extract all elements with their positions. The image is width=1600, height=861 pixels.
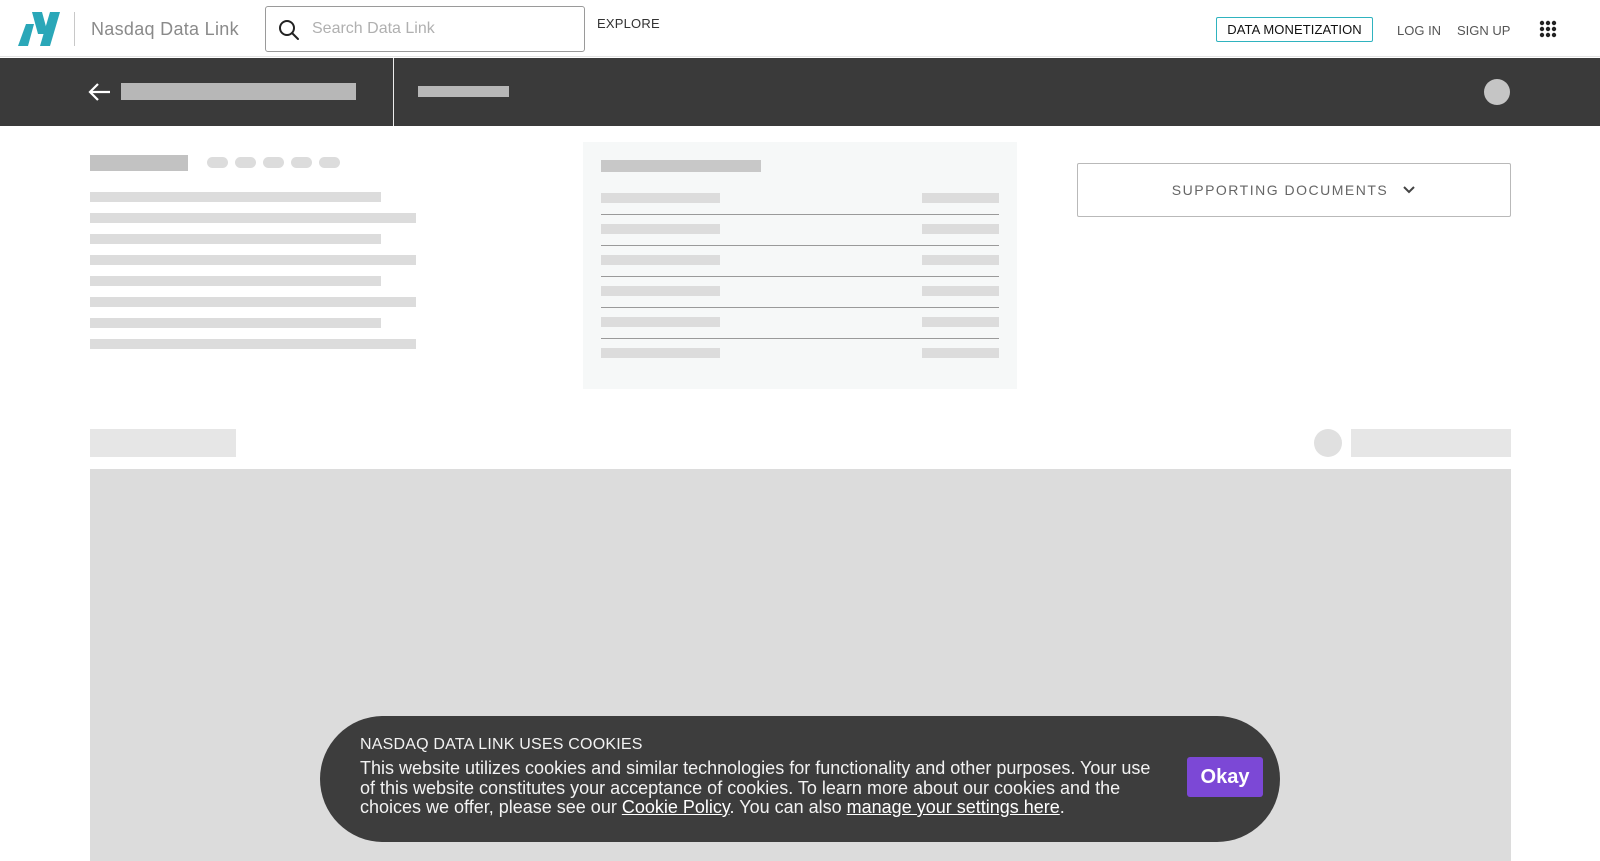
chart-control-placeholder	[1351, 429, 1511, 457]
cookie-title: NASDAQ DATA LINK USES COOKIES	[360, 736, 643, 753]
table-row	[601, 193, 999, 224]
supporting-documents-dropdown[interactable]: SUPPORTING DOCUMENTS	[1077, 163, 1511, 217]
text-line-placeholder	[90, 255, 416, 265]
table-row	[601, 317, 999, 348]
text-line-placeholder	[90, 213, 416, 223]
chart-title-placeholder	[90, 429, 236, 457]
table-row	[601, 348, 999, 379]
card-title-placeholder	[601, 160, 761, 172]
manage-settings-link[interactable]: manage your settings here	[847, 797, 1060, 817]
top-navigation: Nasdaq Data Link EXPLORE DATA MONETIZATI…	[0, 0, 1600, 57]
cookie-message: This website utilizes cookies and simila…	[360, 758, 1160, 818]
tag-placeholder	[207, 157, 228, 168]
subtitle-placeholder	[418, 86, 509, 97]
avatar-placeholder	[1484, 79, 1510, 105]
text-line-placeholder	[90, 339, 416, 349]
table-row	[601, 255, 999, 286]
brand-name[interactable]: Nasdaq Data Link	[91, 19, 239, 40]
search-input[interactable]	[312, 7, 580, 51]
chart-option-placeholder	[1314, 429, 1342, 457]
cookie-text-middle: . You can also	[729, 797, 847, 817]
search-icon	[279, 20, 299, 40]
text-line-placeholder	[90, 297, 416, 307]
brand-divider	[74, 12, 75, 46]
tag-placeholder	[235, 157, 256, 168]
tag-placeholder	[263, 157, 284, 168]
cookie-text-end: .	[1059, 797, 1065, 817]
header-divider	[393, 58, 394, 126]
supporting-documents-label: SUPPORTING DOCUMENTS	[1171, 182, 1389, 198]
login-link[interactable]: LOG IN	[1397, 23, 1441, 38]
cookie-banner: NASDAQ DATA LINK USES COOKIES This websi…	[320, 716, 1280, 842]
data-monetization-button[interactable]: DATA MONETIZATION	[1216, 17, 1373, 42]
text-line-placeholder	[90, 318, 381, 328]
tag-placeholder	[319, 157, 340, 168]
text-line-placeholder	[90, 192, 381, 202]
chevron-down-icon	[1403, 186, 1415, 194]
explore-link[interactable]: EXPLORE	[597, 16, 660, 31]
title-placeholder	[121, 83, 356, 100]
text-line-placeholder	[90, 234, 381, 244]
okay-button[interactable]: Okay	[1187, 757, 1263, 797]
tag-placeholder	[291, 157, 312, 168]
table-row	[601, 286, 999, 317]
search-box[interactable]	[265, 6, 585, 52]
table-row	[601, 224, 999, 255]
signup-link[interactable]: SIGN UP	[1457, 23, 1510, 38]
cookie-policy-link[interactable]: Cookie Policy	[622, 797, 730, 817]
back-arrow-icon[interactable]	[88, 81, 112, 103]
text-line-placeholder	[90, 276, 381, 286]
apps-grid-icon[interactable]	[1539, 20, 1557, 38]
dataset-header-band	[0, 58, 1600, 126]
nasdaq-logo-icon[interactable]	[18, 12, 60, 46]
heading-placeholder	[90, 155, 188, 171]
metadata-card-placeholder	[583, 142, 1017, 389]
